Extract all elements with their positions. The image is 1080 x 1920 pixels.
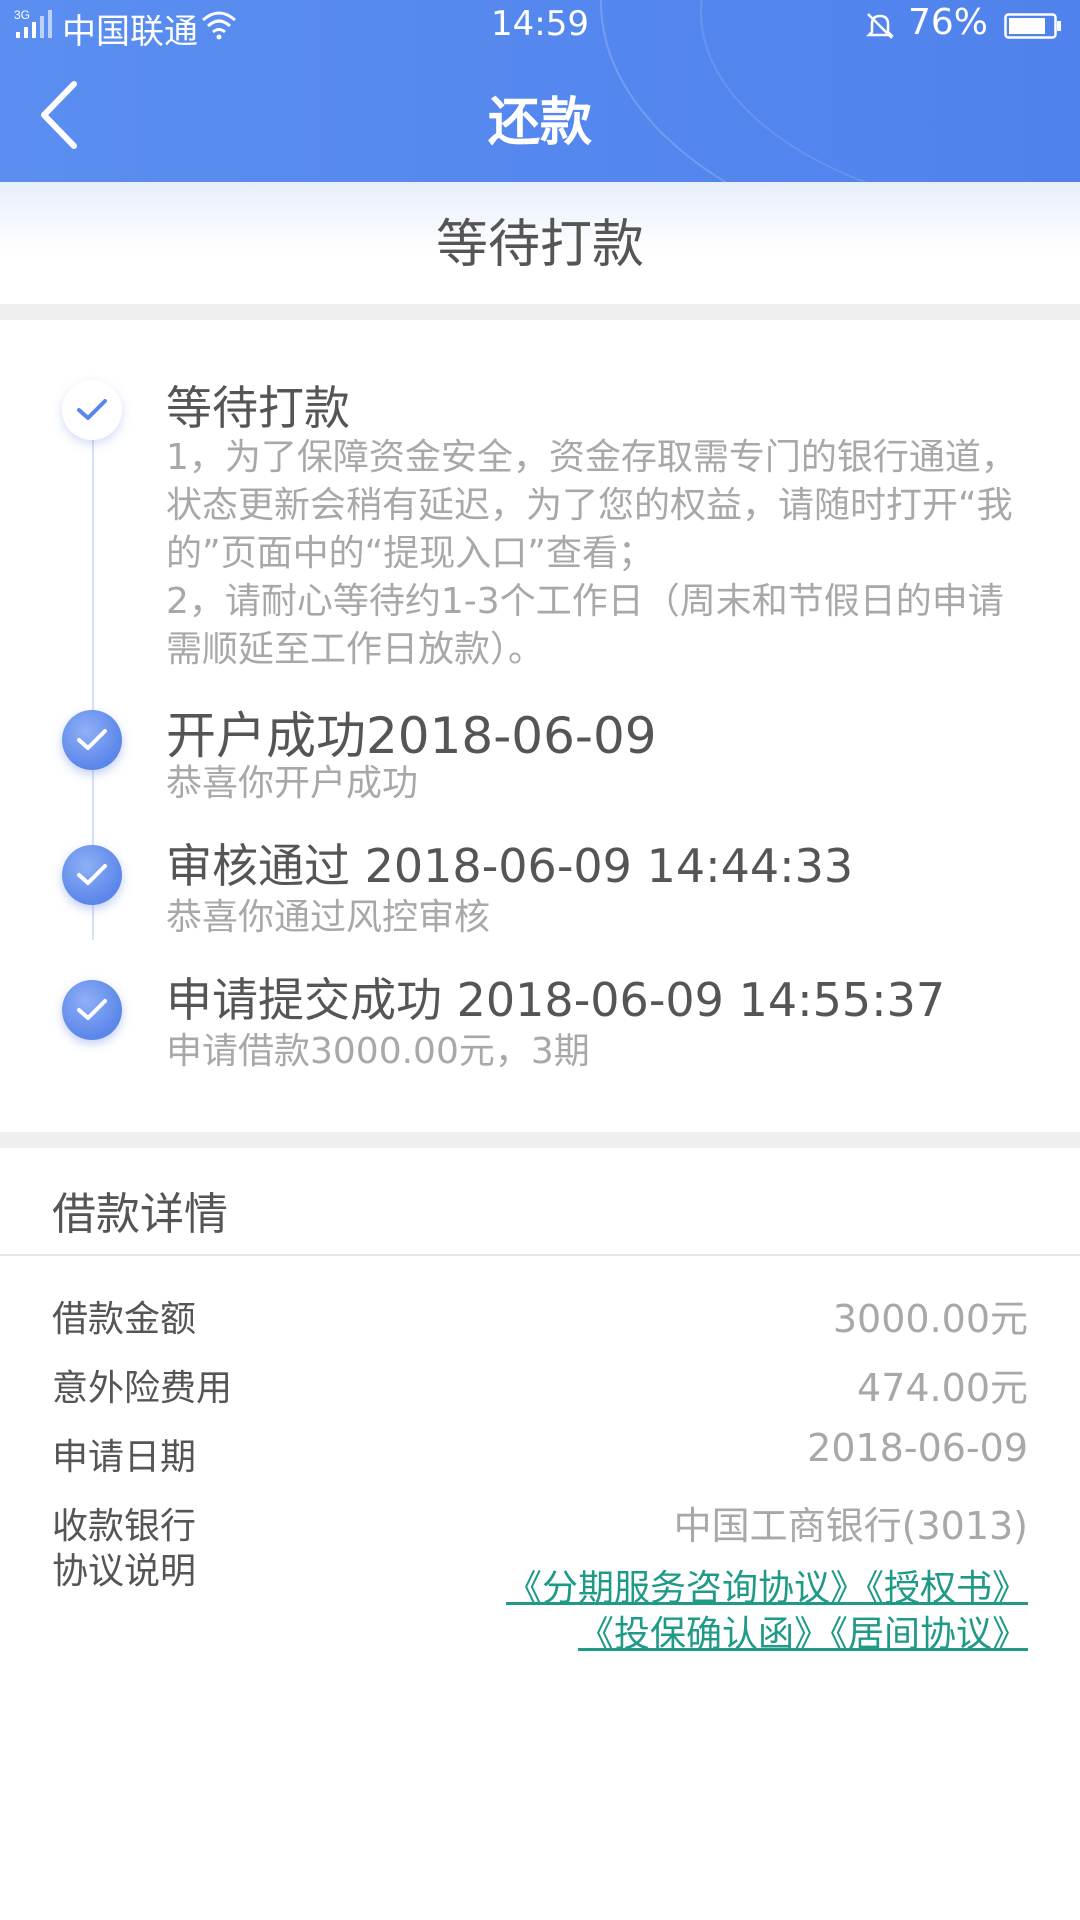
apply-date-label: 申请日期 <box>52 1437 197 1478</box>
step-pending-check-icon <box>62 380 122 440</box>
mute-bell-icon <box>865 13 895 39</box>
progress-timeline: 等待打款 1，为了保障资金安全，资金存取需专门的银行通道，状态更新会稍有延迟，为… <box>0 320 1080 1132</box>
timeline-step-title: 审核通过 2018-06-09 14:44:33 <box>166 839 854 893</box>
section-divider <box>0 304 1080 320</box>
timeline-step-note: 2，请耐心等待约1-3个工作日（周末和节假日的申请需顺延至工作日放款）。 <box>166 581 1004 670</box>
step-done-check-icon <box>62 710 122 770</box>
timeline-step-title: 开户成功2018-06-09 <box>166 707 657 765</box>
insurance-fee-value: 474.00元 <box>857 1366 1028 1410</box>
agreement-label: 协议说明 <box>52 1551 197 1592</box>
status-bar: 3G 中国联通 14:59 76% <box>0 0 1080 52</box>
step-done-check-icon <box>62 845 122 905</box>
details-title: 借款详情 <box>52 1189 228 1240</box>
section-divider <box>0 1132 1080 1148</box>
divider <box>0 1254 1080 1256</box>
battery-percent: 76% <box>908 2 989 43</box>
page-title: 还款 <box>487 93 592 153</box>
timeline-step-description: 恭喜你开户成功 <box>166 763 419 804</box>
insurance-fee-label: 意外险费用 <box>52 1368 233 1409</box>
status-banner-title: 等待打款 <box>435 215 644 275</box>
timeline-step-description: 1，为了保障资金安全，资金存取需专门的银行通道，状态更新会稍有延迟，为了您的权益… <box>166 434 1036 674</box>
timeline-step-description: 申请借款3000.00元，3期 <box>166 1031 590 1072</box>
loan-details: 借款详情 借款金额 3000.00元 意外险费用 474.00元 申请日期 20… <box>0 1148 1080 1920</box>
loan-amount-label: 借款金额 <box>52 1299 197 1340</box>
battery-icon <box>1004 13 1061 39</box>
agreement-link-intermediary[interactable]: 《居间协议》 <box>830 1614 1028 1655</box>
timeline-step-description: 恭喜你通过风控审核 <box>166 897 491 938</box>
timeline-step-title: 申请提交成功 2018-06-09 14:55:37 <box>166 973 946 1027</box>
agreement-link-insurance[interactable]: 《投保确认函》 <box>578 1614 830 1655</box>
agreement-links: 《分期服务咨询协议》《授权书》《投保确认函》《居间协议》 <box>288 1566 1028 1658</box>
timeline-step-title: 等待打款 <box>166 381 350 435</box>
step-done-check-icon <box>62 980 122 1040</box>
app-header: 3G 中国联通 14:59 76% 还款 <box>0 0 1080 182</box>
apply-date-value: 2018-06-09 <box>807 1426 1028 1470</box>
loan-amount-value: 3000.00元 <box>832 1297 1028 1341</box>
agreement-link-service[interactable]: 《分期服务咨询协议》 <box>506 1568 866 1609</box>
agreement-link-authorization[interactable]: 《授权书》 <box>866 1568 1028 1609</box>
timeline-step-note: 1，为了保障资金安全，资金存取需专门的银行通道，状态更新会稍有延迟，为了您的权益… <box>166 437 1017 574</box>
status-banner: 等待打款 <box>0 182 1080 304</box>
receiving-bank-value: 中国工商银行(3013) <box>673 1504 1028 1548</box>
